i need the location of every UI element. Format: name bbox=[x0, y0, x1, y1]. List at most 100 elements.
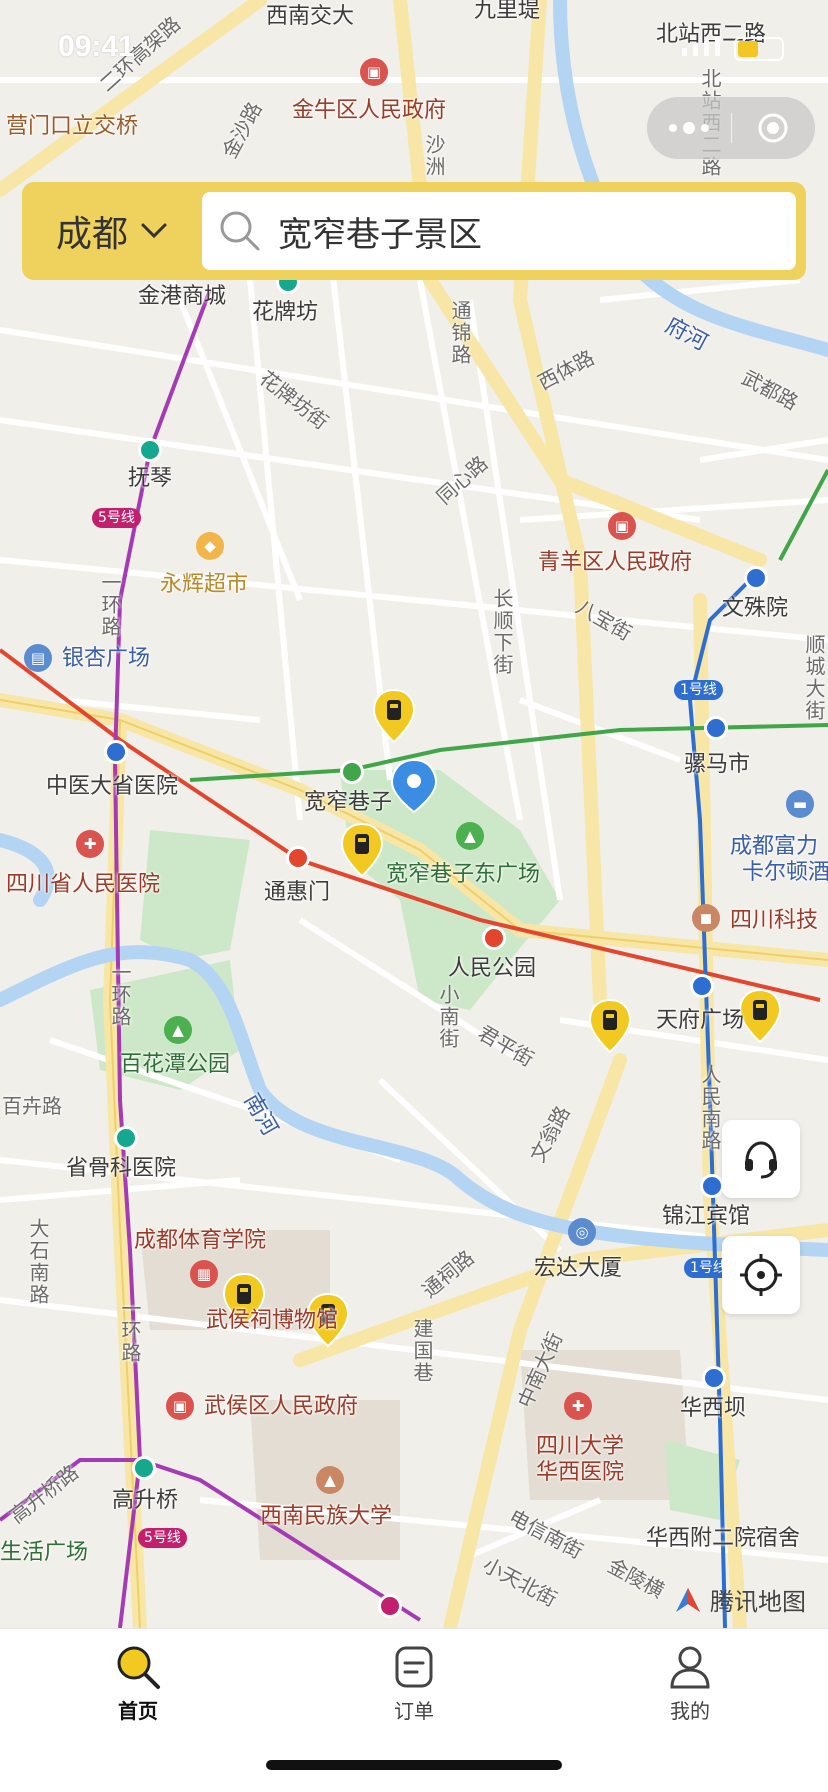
target-icon bbox=[758, 113, 788, 143]
tab-home[interactable]: 首页 bbox=[68, 1643, 208, 1724]
city-label: 成都 bbox=[55, 214, 128, 255]
more-menu-button[interactable] bbox=[647, 122, 731, 134]
map-label: 一环路 bbox=[108, 962, 132, 1028]
search-icon bbox=[220, 211, 260, 251]
map-label: 百花潭公园 bbox=[120, 1052, 231, 1077]
tab-orders-label: 订单 bbox=[394, 1699, 434, 1723]
tab-profile-label: 我的 bbox=[670, 1699, 710, 1723]
government-icon: ▣ bbox=[360, 58, 388, 86]
metro-station-marker bbox=[702, 1366, 726, 1390]
map-label: 百卉路 bbox=[2, 1094, 62, 1118]
hotel-icon: ▬ bbox=[786, 790, 814, 818]
map-label: 长顺下街 bbox=[490, 588, 514, 676]
map-label: 西南交大 bbox=[266, 4, 355, 29]
tab-profile[interactable]: 我的 bbox=[620, 1643, 760, 1724]
map-label: 高升桥 bbox=[112, 1488, 179, 1513]
metro-station-marker bbox=[132, 1456, 156, 1480]
park-icon: ▲ bbox=[456, 822, 484, 850]
map-label: 银杏广场 bbox=[62, 646, 151, 671]
tab-orders[interactable]: 订单 bbox=[344, 1643, 484, 1724]
locker-marker[interactable] bbox=[340, 822, 384, 878]
home-search-icon bbox=[117, 1646, 160, 1689]
map-label: 青羊区人民政府 bbox=[538, 550, 693, 575]
map-label: 天府广场 bbox=[656, 1008, 745, 1033]
school-icon: ▦ bbox=[190, 1260, 218, 1288]
map-label: 九里堤 bbox=[474, 0, 541, 23]
app-root: ▣ ▣ ◆ ▤ ✚ ▲ ▲ ◼ ▬ ◎ ▦ ▣ ✚ ▲ 西南交大 九里堤 北站西… bbox=[0, 0, 828, 1792]
home-indicator bbox=[266, 1760, 562, 1770]
user-icon bbox=[670, 1646, 710, 1689]
close-miniprogram-button[interactable] bbox=[732, 111, 816, 145]
miniprogram-capsule bbox=[646, 96, 816, 160]
metro-station-marker bbox=[138, 438, 162, 462]
map-label: 沙洲 bbox=[422, 134, 446, 178]
map-label: 小南街 bbox=[436, 984, 460, 1050]
tencent-map-logo-icon bbox=[676, 1587, 700, 1612]
building-icon: ▤ bbox=[24, 644, 52, 672]
attribution-text: 腾讯地图 bbox=[710, 1588, 806, 1616]
map-label: 人民南路 bbox=[698, 1064, 722, 1152]
supermarket-icon: ◆ bbox=[196, 532, 224, 560]
chevron-down-icon bbox=[141, 223, 167, 239]
search-bar: 成都 宽窄巷子景区 bbox=[22, 182, 806, 280]
school-icon: ▲ bbox=[316, 1466, 344, 1494]
map-label: 文殊院 bbox=[722, 596, 789, 621]
map-label: 骡马市 bbox=[684, 752, 751, 777]
tab-home-label: 首页 bbox=[118, 1699, 158, 1723]
metro-station-marker bbox=[700, 1174, 724, 1198]
map-label: 一环路 bbox=[98, 572, 122, 638]
map-label: 宽窄巷子 bbox=[304, 790, 393, 815]
metro-station-marker bbox=[744, 566, 768, 590]
order-icon bbox=[395, 1646, 433, 1688]
map-attribution: 腾讯地图 bbox=[672, 1582, 806, 1617]
locker-marker[interactable] bbox=[588, 998, 632, 1054]
map-label: 生活广场 bbox=[0, 1540, 89, 1565]
building-icon: ◎ bbox=[568, 1218, 596, 1246]
map-label: 一环路 bbox=[118, 1298, 142, 1364]
status-time: 09:41 bbox=[58, 30, 135, 63]
metro-station-marker bbox=[104, 740, 128, 764]
metro-station-marker bbox=[286, 846, 310, 870]
map-label: 中医大省医院 bbox=[46, 774, 179, 799]
map-label: 通惠门 bbox=[264, 880, 331, 905]
search-input[interactable]: 宽窄巷子景区 bbox=[202, 192, 796, 270]
map-label: 永辉超市 bbox=[160, 572, 249, 597]
line-badge: 1号线 bbox=[674, 680, 723, 700]
line-badge: 5号线 bbox=[92, 508, 141, 528]
locate-button[interactable] bbox=[722, 1236, 800, 1314]
map-label: 通锦路 bbox=[448, 300, 472, 366]
hospital-icon: ✚ bbox=[564, 1392, 592, 1420]
map-label: 营门口立交桥 bbox=[6, 114, 139, 139]
map-label: 武侯祠博物馆 bbox=[206, 1308, 339, 1333]
map-label: 四川大学华西医院 bbox=[535, 1434, 624, 1485]
map-label: 四川省人民医院 bbox=[6, 872, 161, 897]
map-label: 成都体育学院 bbox=[134, 1228, 267, 1253]
map-label: 顺城大街 bbox=[802, 634, 826, 722]
metro-station-marker bbox=[378, 1594, 402, 1618]
crosshair-icon bbox=[740, 1254, 782, 1296]
map-label: 花牌坊 bbox=[252, 300, 319, 325]
headset-icon bbox=[745, 1141, 777, 1179]
map-label: 宏达大厦 bbox=[534, 1256, 623, 1281]
museum-icon: ◼ bbox=[692, 904, 720, 932]
map-label: 卡尔顿酒 bbox=[742, 860, 828, 885]
search-query: 宽窄巷子景区 bbox=[278, 214, 482, 255]
hospital-icon: ✚ bbox=[76, 830, 104, 858]
map-label: 成都富力 bbox=[730, 834, 819, 859]
metro-station-marker bbox=[340, 760, 364, 784]
map-label: 大石南路 bbox=[26, 1218, 50, 1306]
locker-marker[interactable] bbox=[738, 988, 782, 1044]
government-icon: ▣ bbox=[166, 1392, 194, 1420]
map-label: 宽窄巷子东广场 bbox=[386, 862, 541, 887]
map-label: 建国巷 bbox=[410, 1318, 434, 1384]
customer-service-button[interactable] bbox=[722, 1120, 800, 1198]
locker-marker[interactable] bbox=[372, 688, 416, 744]
map-label: 锦江宾馆 bbox=[662, 1204, 751, 1229]
map-label: 华西附二院宿舍 bbox=[646, 1526, 801, 1551]
metro-station-marker bbox=[114, 1126, 138, 1150]
map-label: 省骨科医院 bbox=[66, 1156, 177, 1181]
map-label: 金牛区人民政府 bbox=[292, 98, 447, 123]
map-label: 金港商城 bbox=[138, 284, 227, 309]
park-icon: ▲ bbox=[164, 1016, 192, 1044]
city-selector[interactable]: 成都 bbox=[22, 190, 202, 272]
